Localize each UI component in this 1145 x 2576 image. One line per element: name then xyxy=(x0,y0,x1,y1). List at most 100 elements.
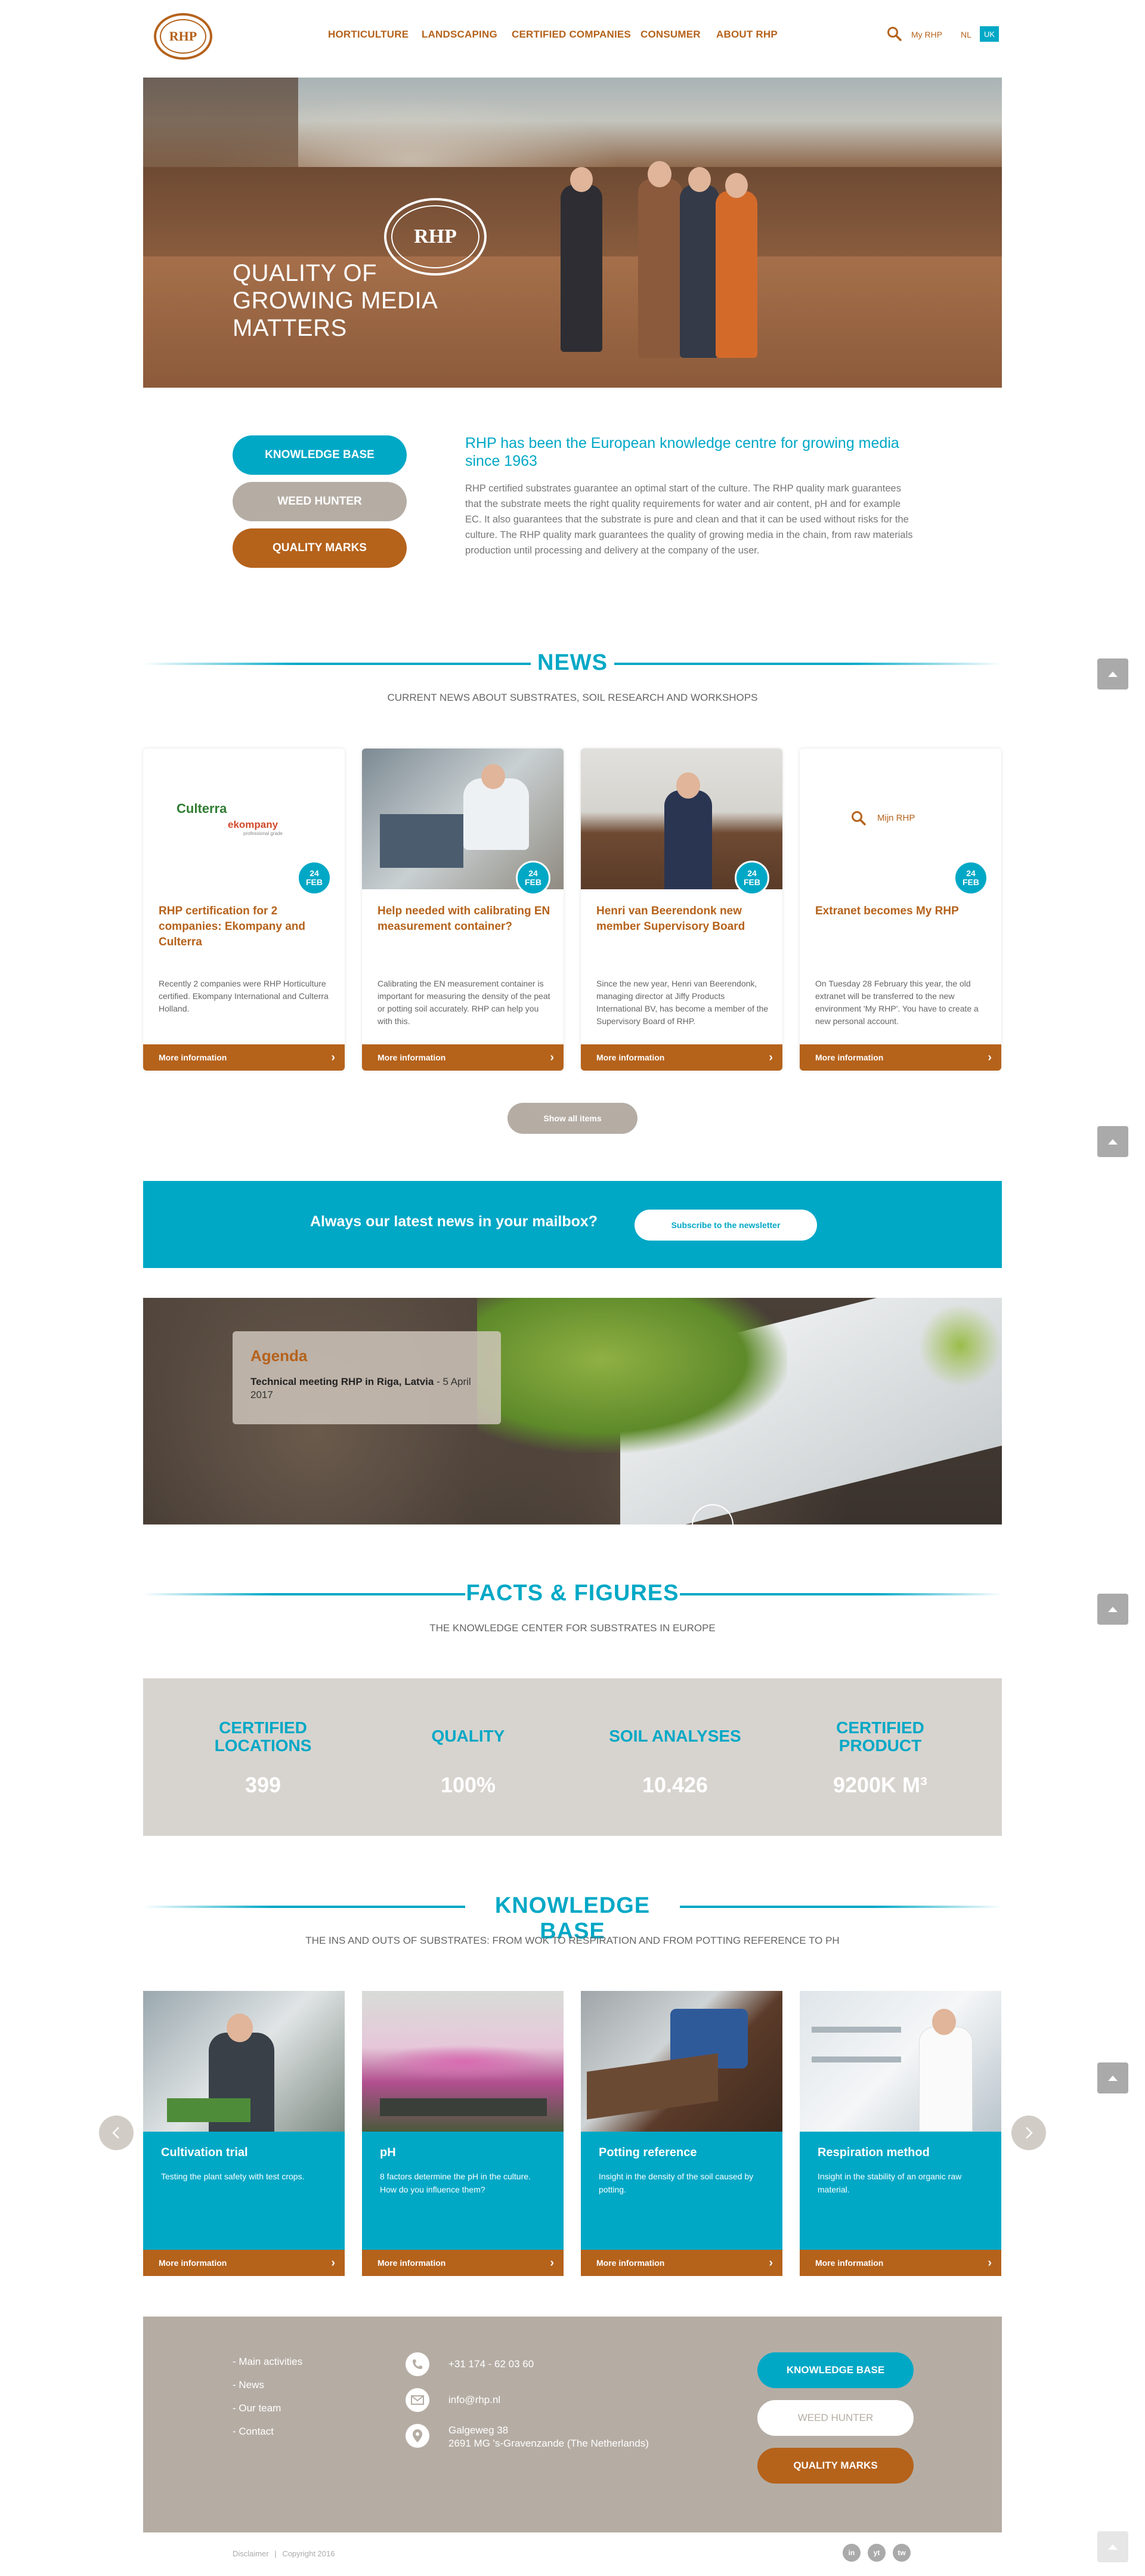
knowledge-title[interactable]: Cultivation trial xyxy=(161,2146,248,2160)
news-title[interactable]: RHP certification for 2 companies: Ekomp… xyxy=(159,904,332,950)
news-title[interactable]: Extranet becomes My RHP xyxy=(815,904,988,919)
fact-value: 399 xyxy=(245,1773,281,1797)
chevron-right-icon: › xyxy=(769,2256,773,2269)
more-information-button[interactable]: More information › xyxy=(143,1044,345,1071)
nav-landscaping[interactable]: Landscaping xyxy=(422,29,497,41)
disclaimer-link[interactable]: Disclaimer xyxy=(233,2549,269,2558)
news-subheading: Current news about substrates, soil rese… xyxy=(387,692,758,703)
news-title[interactable]: Henri van Beerendonk new member Supervis… xyxy=(596,904,769,935)
footer-email[interactable]: info@rhp.nl xyxy=(448,2393,500,2407)
more-information-button[interactable]: More information › xyxy=(581,2250,782,2276)
facts-heading: Facts & Figures xyxy=(466,1581,679,1606)
fact-value: 10.426 xyxy=(642,1773,708,1797)
news-heading: News xyxy=(537,650,608,675)
fact-value: 100% xyxy=(440,1773,496,1797)
show-all-items-button[interactable]: Show all items xyxy=(507,1103,638,1134)
youtube-icon[interactable]: yt xyxy=(868,2544,886,2562)
footer-address: Galgeweg 38 2691 MG 's-Gravenzande (The … xyxy=(448,2425,649,2449)
copyright-text: Copyright 2016 xyxy=(282,2549,335,2558)
more-information-button[interactable]: More information › xyxy=(581,1044,782,1071)
knowledge-title[interactable]: Potting reference xyxy=(599,2146,697,2160)
nav-certified-companies[interactable]: Certified companies xyxy=(512,29,631,41)
knowledge-image xyxy=(362,1991,564,2132)
person-figure xyxy=(638,179,682,358)
knowledge-subheading: The ins and outs of substrates: from WOK… xyxy=(305,1935,840,1946)
knowledge-card[interactable]: Potting reference Insight in the density… xyxy=(581,1991,782,2276)
fact-value: 9200K M³ xyxy=(833,1773,928,1797)
footer-link-our-team[interactable]: - Our team xyxy=(233,2402,281,2414)
news-title[interactable]: Help needed with calibrating EN measurem… xyxy=(377,904,550,935)
news-text: Since the new year, Henri van Beerendonk… xyxy=(596,979,769,1026)
knowledge-text: Insight in the stability of an organic r… xyxy=(818,2172,962,2194)
section-divider xyxy=(143,663,531,665)
fact-label: Certified product xyxy=(836,1718,924,1755)
knowledge-title[interactable]: Respiration method xyxy=(818,2146,930,2160)
chevron-right-icon: › xyxy=(550,1051,554,1064)
knowledge-text: Insight in the density of the soil cause… xyxy=(599,2172,754,2194)
knowledge-image xyxy=(143,1991,345,2132)
subscribe-newsletter-button[interactable]: Subscribe to the newsletter xyxy=(635,1210,817,1241)
weed-hunter-button[interactable]: Weed hunter xyxy=(233,482,407,521)
footer-weed-hunter-button[interactable]: Weed hunter xyxy=(757,2400,914,2436)
knowledge-text: Testing the plant safety with test crops… xyxy=(161,2172,305,2181)
news-card[interactable]: Mijn RHP 24 FEB Extranet becomes My RHP O… xyxy=(800,749,1001,1071)
lang-uk-link[interactable]: UK xyxy=(980,26,999,42)
location-pin-icon xyxy=(406,2424,429,2448)
knowledge-card[interactable]: Respiration method Insight in the stabil… xyxy=(800,1991,1001,2276)
carousel-prev-button[interactable] xyxy=(99,2116,134,2150)
scroll-top-button[interactable] xyxy=(1097,1126,1128,1157)
knowledge-title[interactable]: pH xyxy=(380,2146,396,2160)
nav-horticulture[interactable]: Horticulture xyxy=(328,29,409,41)
fact-label: Soil analyses xyxy=(609,1727,741,1745)
nav-about-rhp[interactable]: About RHP xyxy=(716,29,778,41)
date-badge: 24 FEB xyxy=(516,861,550,895)
footer-link-main-activities[interactable]: - Main activities xyxy=(233,2356,302,2368)
knowledge-card[interactable]: Cultivation trial Testing the plant safe… xyxy=(143,1991,345,2276)
section-divider xyxy=(680,1593,1002,1595)
person-figure xyxy=(680,185,719,358)
date-badge: 24 FEB xyxy=(297,861,332,895)
more-information-button[interactable]: More information › xyxy=(800,2250,1001,2276)
more-information-button[interactable]: More information › xyxy=(800,1044,1001,1071)
section-divider xyxy=(143,1906,465,1908)
agenda-title: Agenda xyxy=(250,1347,308,1365)
quality-marks-button[interactable]: Quality marks xyxy=(233,528,407,568)
scroll-top-button[interactable] xyxy=(1097,2531,1128,2562)
knowledge-card[interactable]: pH 8 factors determine the pH in the cul… xyxy=(362,1991,564,2276)
news-text: Calibrating the EN measurement container… xyxy=(377,979,550,1026)
lang-nl-link[interactable]: NL xyxy=(961,30,971,39)
email-icon xyxy=(406,2388,429,2412)
footer-phone[interactable]: +31 174 - 62 03 60 xyxy=(448,2358,534,2371)
more-information-button[interactable]: More information › xyxy=(362,2250,564,2276)
date-badge: 24 FEB xyxy=(954,861,988,895)
rhp-logo[interactable]: RHP xyxy=(154,13,212,60)
facts-panel xyxy=(143,1678,1002,1836)
footer-knowledge-base-button[interactable]: Knowledge base xyxy=(757,2352,914,2388)
scroll-top-button[interactable] xyxy=(1097,2062,1128,2093)
news-card[interactable]: 24 FEB Help needed with calibrating EN me… xyxy=(362,749,564,1071)
agenda-event[interactable]: Technical meeting RHP in Riga, Latvia - … xyxy=(250,1375,489,1402)
news-card[interactable]: 24 FEB Henri van Beerendonk new member Su… xyxy=(581,749,782,1071)
scroll-top-button[interactable] xyxy=(1097,658,1128,689)
news-text: Recently 2 companies were RHP Horticultu… xyxy=(159,979,329,1013)
footer-quality-marks-button[interactable]: Quality marks xyxy=(757,2448,914,2484)
my-rhp-link[interactable]: My RHP xyxy=(911,30,942,39)
knowledge-base-button[interactable]: Knowledge base xyxy=(233,435,407,475)
newsletter-text: Always our latest news in your mailbox? xyxy=(310,1213,598,1230)
agenda-banner: Agenda Technical meeting RHP in Riga, La… xyxy=(143,1298,1002,1524)
linkedin-icon[interactable]: in xyxy=(843,2544,861,2562)
more-information-button[interactable]: More information › xyxy=(143,2250,345,2276)
phone-icon xyxy=(406,2352,429,2376)
chevron-right-icon: › xyxy=(550,2256,554,2269)
nav-consumer[interactable]: Consumer xyxy=(640,29,701,41)
more-information-button[interactable]: More information › xyxy=(362,1044,564,1071)
news-card[interactable]: Culterra ekompany professional grade 24 F… xyxy=(143,749,345,1071)
twitter-icon[interactable]: tw xyxy=(893,2544,911,2562)
scroll-top-button[interactable] xyxy=(1097,1594,1128,1625)
news-text: On Tuesday 28 February this year, the ol… xyxy=(815,979,979,1026)
logo-text: RHP xyxy=(160,19,206,54)
footer-link-contact[interactable]: - Contact xyxy=(233,2426,274,2438)
carousel-next-button[interactable] xyxy=(1011,2116,1046,2150)
search-icon[interactable] xyxy=(887,26,902,42)
footer-link-news[interactable]: - News xyxy=(233,2379,264,2391)
